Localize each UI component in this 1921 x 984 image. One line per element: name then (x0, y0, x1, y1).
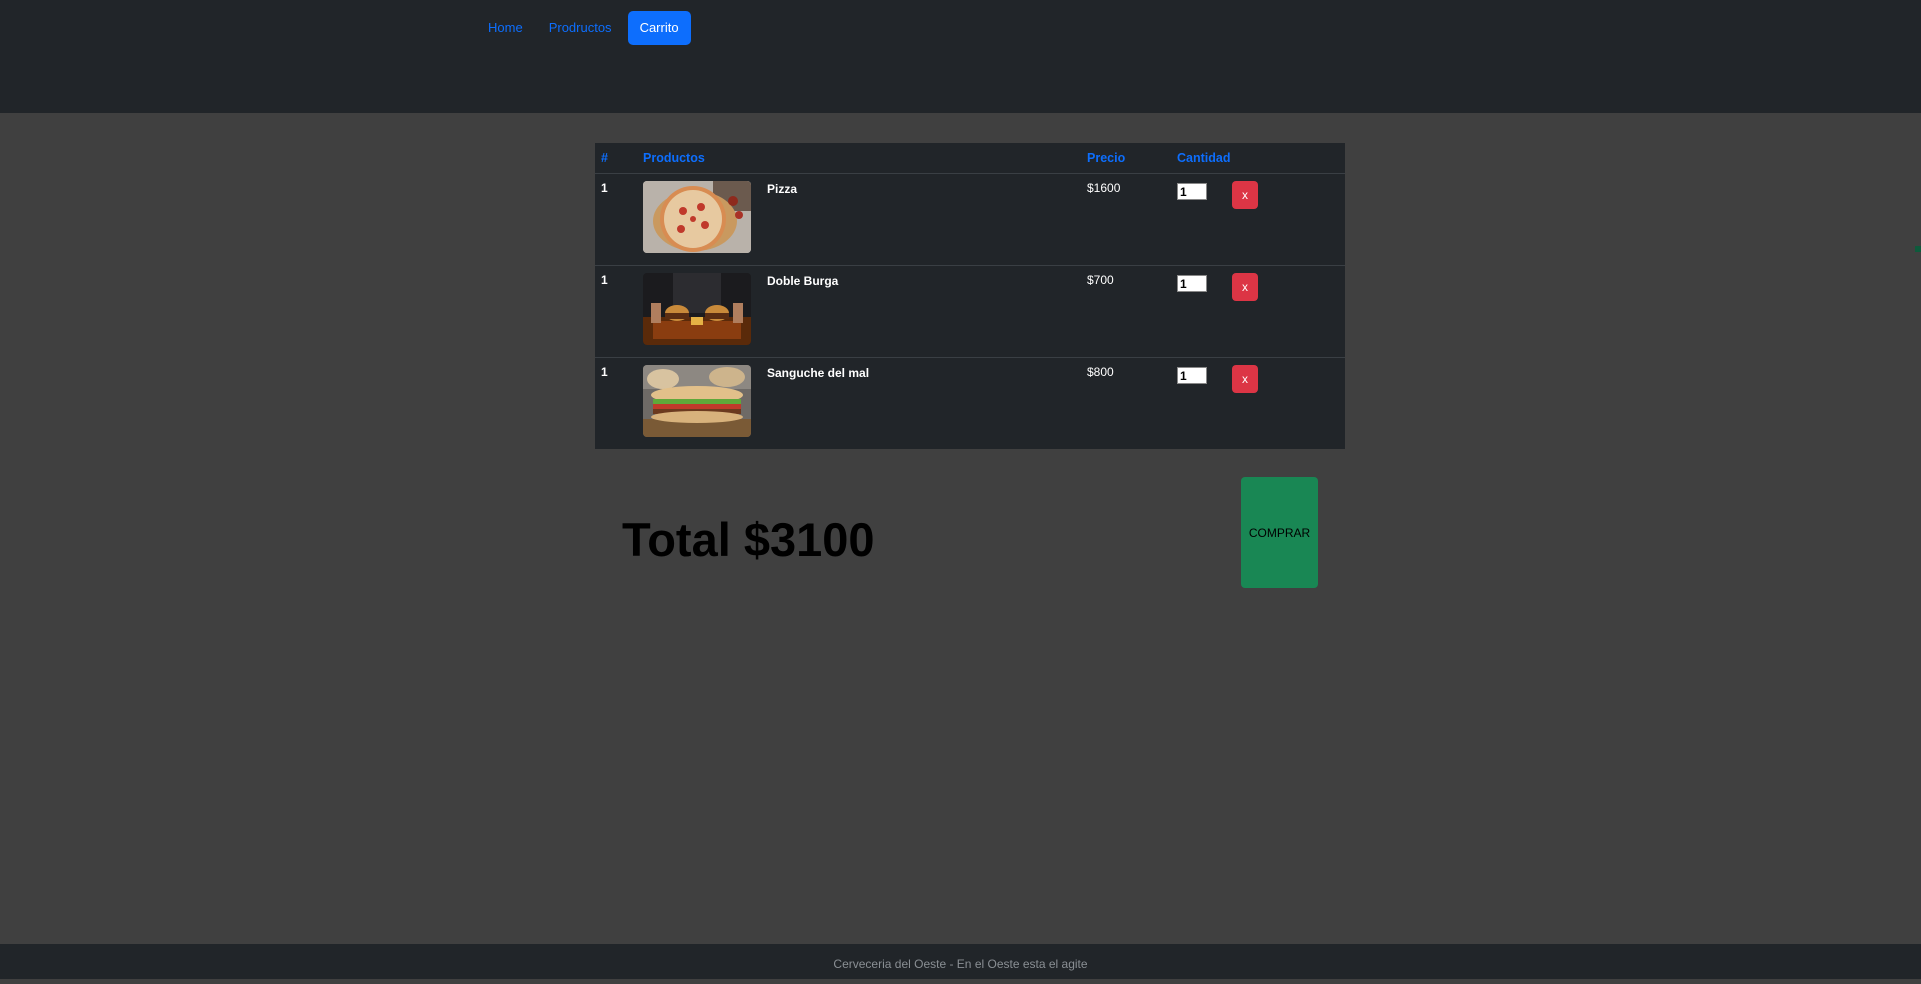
navbar: Home Prodructos Carrito (0, 0, 1921, 113)
remove-button[interactable]: x (1232, 273, 1258, 301)
product-name: Doble Burga (767, 274, 839, 288)
buy-button[interactable]: COMPRAR (1241, 477, 1318, 588)
scroll-indicator (1915, 246, 1921, 252)
table-row: 1 (595, 265, 1345, 358)
row-num: 1 (595, 265, 637, 358)
burger-image (643, 273, 751, 345)
nav-link-cart[interactable]: Carrito (627, 11, 691, 45)
product-price: $700 (1081, 265, 1171, 358)
remove-button[interactable]: x (1232, 365, 1258, 393)
table-header-row: # Productos Precio Cantidad (595, 143, 1345, 174)
remove-button[interactable]: x (1232, 181, 1258, 209)
product-name: Pizza (767, 182, 798, 196)
footer: Cerveceria del Oeste - En el Oeste esta … (0, 944, 1921, 979)
product-price: $1600 (1081, 173, 1171, 266)
product-name: Sanguche del mal (767, 366, 870, 380)
header-price: Precio (1081, 143, 1171, 174)
cart-total: Total $3100 (622, 513, 875, 566)
pizza-image (643, 181, 751, 253)
row-num: 1 (595, 173, 637, 266)
header-qty: Cantidad (1171, 143, 1345, 174)
table-row: 1 (595, 358, 1345, 450)
product-price: $800 (1087, 365, 1114, 379)
header-products: Productos (637, 143, 1081, 174)
nav-link-home[interactable]: Home (478, 11, 533, 45)
table-row: 1 (595, 173, 1345, 266)
quantity-input[interactable] (1177, 367, 1207, 384)
header-num: # (595, 143, 637, 174)
quantity-input[interactable] (1177, 183, 1207, 200)
quantity-input[interactable] (1177, 275, 1207, 292)
cart-table: # Productos Precio Cantidad 1 Pizza $160… (595, 143, 1345, 449)
nav-links: Home Prodructos Carrito (478, 11, 697, 45)
sandwich-image (643, 365, 751, 437)
nav-link-products[interactable]: Prodructos (539, 11, 622, 45)
row-num: 1 (601, 365, 608, 379)
